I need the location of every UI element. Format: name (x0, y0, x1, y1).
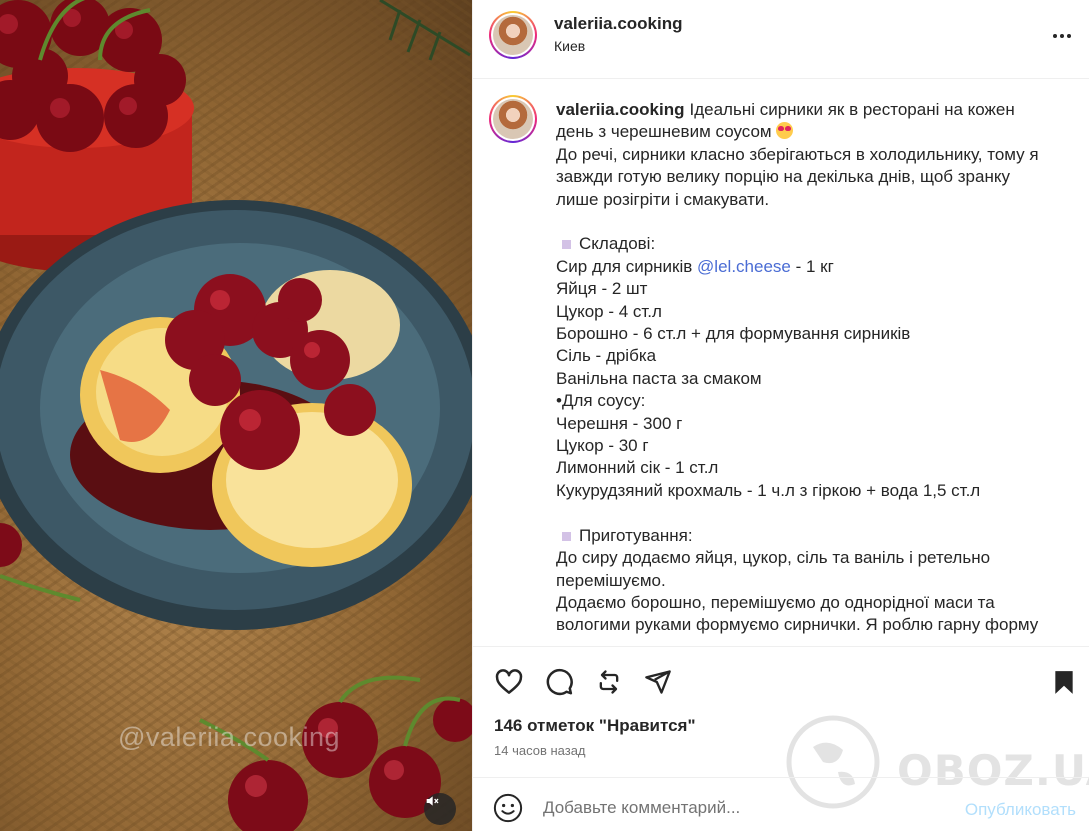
publish-button[interactable]: Опубликовать (965, 800, 1076, 820)
caption-scroll-area[interactable]: valeriia.cooking Ідеальні сирники як в ре… (473, 80, 1089, 647)
caption-username[interactable]: valeriia.cooking (556, 100, 685, 119)
caption-line: Борошно - 6 ст.л + для формування сирник… (556, 324, 911, 344)
like-button[interactable] (493, 666, 525, 698)
repost-button[interactable] (593, 666, 625, 698)
caption-line: - 1 кг (790, 256, 834, 276)
photo-watermark: @valeriia.cooking (118, 722, 341, 752)
comment-icon (546, 668, 573, 696)
caption-line: Цукор - 4 ст.л (556, 301, 662, 321)
caption-line: •Для соусу: (556, 391, 646, 411)
caption-line: Складові: (579, 234, 656, 254)
comment-button[interactable] (543, 666, 575, 698)
heart-eyes-emoji-icon (775, 122, 793, 140)
author-username[interactable]: valeriia.cooking (554, 14, 683, 34)
caption-line: лише розігріти і смакувати. (556, 189, 770, 209)
bullet-square-icon (562, 240, 571, 250)
caption-line: Додаємо борошно, перемішуємо до однорідн… (556, 592, 995, 612)
smiley-icon (493, 793, 523, 823)
caption-line: До речі, сирники класно зберігаються в х… (556, 144, 1039, 164)
post-media[interactable]: @valeriia.cooking (0, 0, 472, 831)
caption-line: Ідеальні сирники як в ресторані на кожен (689, 100, 1015, 119)
caption-line: Сіль - дрібка (556, 346, 657, 366)
caption-author-avatar[interactable] (489, 95, 537, 143)
muted-speaker-icon (426, 796, 439, 806)
caption-line: До сиру додаємо яйця, цукор, сіль та ван… (556, 548, 991, 568)
caption-line: Сир для сирників (556, 256, 693, 276)
send-icon (645, 670, 671, 694)
site-watermark: OBOZ.UA (783, 715, 1089, 809)
likes-count[interactable]: 146 отметок "Нравится" (494, 716, 696, 736)
mute-button[interactable] (424, 793, 456, 825)
post-caption: valeriia.cooking Ідеальні сирники як в ре… (556, 99, 1076, 637)
comment-input[interactable] (543, 798, 943, 818)
caption-line: день з черешневим соусом (556, 122, 772, 142)
caption-line: вологими руками формуємо сирнички. Я роб… (556, 615, 1039, 635)
caption-line: Цукор - 30 г (556, 436, 649, 456)
caption-line: Приготування: (579, 525, 693, 545)
save-button[interactable] (1048, 666, 1080, 698)
share-button[interactable] (642, 666, 674, 698)
repost-icon (599, 670, 619, 694)
caption-line: завжди готую велику порцію на декілька д… (556, 167, 1010, 187)
post-header: valeriia.cooking Киев (473, 0, 1089, 79)
caption-line: Лимонний сік - 1 ст.л (556, 458, 719, 478)
post-location[interactable]: Киев (554, 38, 585, 54)
mention-link[interactable]: @lel.cheese (697, 257, 791, 276)
caption-line: Кукурудзяний крохмаль - 1 ч.л з гіркою +… (556, 480, 981, 500)
caption-line: перемішуємо. (556, 570, 666, 590)
comment-bar: Опубликовать (473, 777, 1089, 831)
author-avatar[interactable] (489, 11, 537, 59)
bookmark-icon (1055, 671, 1073, 694)
heart-icon (495, 669, 523, 694)
caption-line: Черешня - 300 г (556, 413, 683, 433)
caption-line: Яйця - 2 шт (556, 279, 648, 299)
more-dots-icon[interactable] (1050, 24, 1074, 48)
post-details-panel: valeriia.cooking Киев valeriia.cooking Ід… (472, 0, 1089, 831)
post-photo (0, 0, 472, 831)
post-actions (473, 648, 1089, 718)
emoji-button[interactable] (493, 793, 523, 823)
post-timestamp[interactable]: 14 часов назад (494, 743, 586, 758)
caption-line: Ванільна паста за смаком (556, 368, 762, 388)
bullet-square-icon (562, 531, 571, 541)
